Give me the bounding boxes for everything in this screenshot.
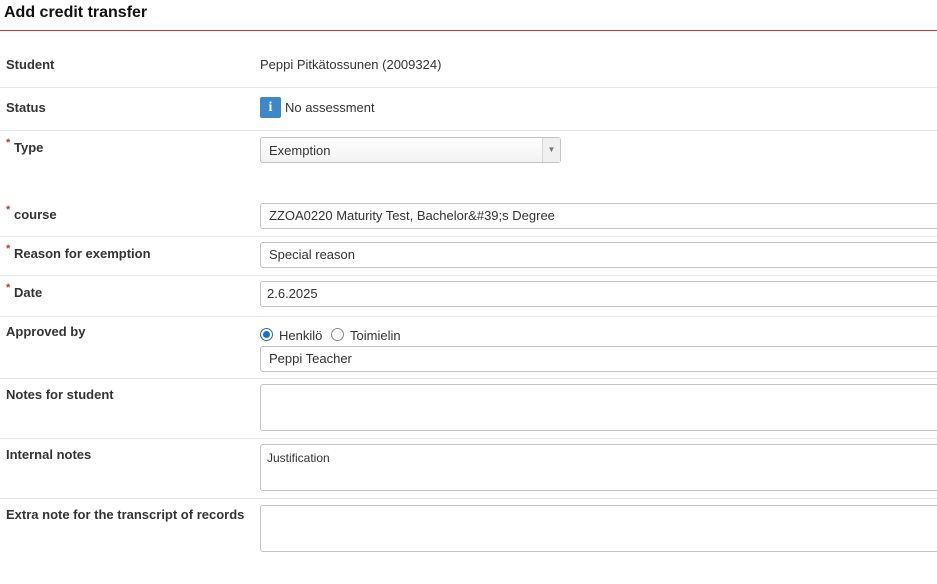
student-label: Student [6, 57, 55, 72]
internal-notes-label: Internal notes [6, 447, 92, 462]
notes-for-student-row: Notes for student [0, 379, 937, 439]
radio-henkilo[interactable] [260, 328, 273, 341]
reason-row: * Reason for exemption Special reason [0, 242, 937, 276]
page-title: Add credit transfer [4, 4, 148, 21]
course-label: course [14, 207, 57, 222]
type-select[interactable]: Exemption ▼ [260, 137, 561, 163]
radio-henkilo-label[interactable]: Henkilö [279, 328, 322, 343]
internal-notes-row: Internal notes Justification [0, 439, 937, 499]
reason-label: Reason for exemption [14, 246, 151, 261]
approved-by-row: Approved by Henkilö Toimielin Peppi Teac… [0, 316, 937, 379]
date-field[interactable]: 2.6.2025 [260, 281, 937, 307]
radio-toimielin-label[interactable]: Toimielin [350, 328, 401, 343]
type-row: * Type Exemption ▼ [0, 131, 937, 203]
status-value: No assessment [285, 100, 375, 115]
extra-note-textarea[interactable] [260, 505, 937, 552]
approved-by-label: Approved by [6, 324, 86, 339]
student-value: Peppi Pitkätossunen (2009324) [260, 57, 442, 72]
info-icon: i [260, 97, 281, 118]
course-field[interactable]: ZZOA0220 Maturity Test, Bachelor&#39;s D… [260, 203, 937, 229]
type-select-value: Exemption [269, 143, 331, 158]
student-row: Student Peppi Pitkätossunen (2009324) [0, 44, 937, 88]
notes-for-student-textarea[interactable] [260, 384, 937, 431]
radio-toimielin[interactable] [331, 328, 344, 341]
course-row: * course ZZOA0220 Maturity Test, Bachelo… [0, 203, 937, 237]
required-marker: * [6, 243, 11, 255]
type-label: Type [14, 140, 44, 155]
status-row: Status i No assessment [0, 88, 937, 131]
title-divider [0, 30, 937, 31]
required-marker: * [6, 137, 11, 149]
reason-field[interactable]: Special reason [260, 242, 937, 268]
required-marker: * [6, 204, 11, 216]
notes-for-student-label: Notes for student [6, 387, 114, 402]
date-label: Date [14, 285, 43, 300]
internal-notes-textarea[interactable]: Justification [260, 444, 937, 491]
required-marker: * [6, 282, 11, 294]
date-row: * Date 2.6.2025 [0, 281, 937, 317]
extra-note-row: Extra note for the transcript of records [0, 499, 937, 559]
chevron-down-icon[interactable]: ▼ [542, 138, 560, 162]
approver-field[interactable]: Peppi Teacher [260, 346, 937, 372]
status-label: Status [6, 100, 46, 115]
extra-note-label: Extra note for the transcript of records [6, 507, 245, 522]
